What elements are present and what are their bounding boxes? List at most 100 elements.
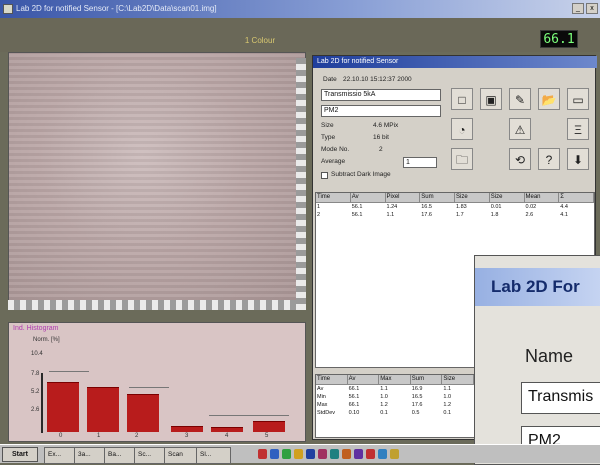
table-row[interactable]: Max 66.1 1.2 17.6 1.2 [316,401,474,409]
table-cell: 17.6 [411,402,423,408]
subtract-dark-checkbox[interactable] [321,172,328,179]
table-cell: Av [317,386,324,392]
table-cell: 1.0 [443,394,452,400]
tray-icon[interactable] [354,449,363,459]
taskbar-item[interactable]: Sc... [134,447,167,464]
grid-column-header[interactable]: Time [316,375,348,384]
table-cell: 66.1 [348,402,360,408]
table-row[interactable]: Av 66.1 1.1 16.9 1.1 [316,385,474,393]
size-label: Size [321,122,334,129]
type-label: Type [321,134,336,141]
grid-header: Time Av Max Sum Size [316,375,474,385]
tray-icon[interactable] [306,449,315,459]
table-cell: 56.1 [348,394,360,400]
new-file-tool[interactable]: □ [451,88,473,110]
table-cell: 1.24 [386,204,398,210]
settings-tool[interactable]: Ξ [567,118,589,140]
table-cell: 0.02 [525,204,537,210]
y-tick: 5.2 [31,389,40,395]
table-cell: 0.01 [490,204,502,210]
mode-label: Mode No. [321,146,350,153]
table-cell: 0.10 [348,410,360,416]
taskbar-item[interactable]: Scan [164,447,199,464]
grid-column-header[interactable]: Av [351,193,386,202]
histogram-bar [171,426,203,432]
taskbar-item[interactable]: Ba... [104,447,137,464]
table-cell: 66.1 [348,386,360,392]
histogram-bar [211,427,243,432]
grid-column-header[interactable]: Size [455,193,490,202]
table-cell: 1.1 [380,386,388,392]
table-cell: 0.1 [443,410,452,416]
grid-column-header[interactable]: Size [490,193,525,202]
vertical-scale-strip [296,58,306,310]
table-cell: 56.1 [351,212,363,218]
minimize-button[interactable]: _ [572,3,584,14]
open-folder-tool[interactable]: 📂 [538,88,560,110]
taskbar-item[interactable]: Sl... [196,447,231,464]
x-tick: 5 [265,433,269,439]
tray-icon[interactable] [366,449,375,459]
x-tick: 3 [185,433,189,439]
y-tick: 7.8 [31,371,40,377]
mode-value: 2 [379,146,383,153]
tray-icon[interactable] [258,449,267,459]
tray-icon[interactable] [294,449,303,459]
histogram-axis [41,373,43,433]
display-mode-title: 1 Colour [244,36,276,45]
table-cell: 2.6 [525,212,534,218]
gauge-tool[interactable]: ◔ [451,118,473,140]
tray-icon[interactable] [390,449,399,459]
sensor-field[interactable]: PM2 [321,105,441,117]
histogram-bar [127,393,159,432]
average-label: Average [321,158,346,165]
name-field[interactable]: Transmissio 5kA [321,89,441,101]
grid-column-header[interactable]: Time [316,193,351,202]
tray-icon[interactable] [318,449,327,459]
grid-column-header[interactable]: Sum [420,193,455,202]
lcd-readout: 66.1 [540,30,578,48]
table-row[interactable]: 2 56.1 1.1 17.6 1.7 1.8 2.6 4.1 [316,211,594,219]
statistics-grid[interactable]: Time Av Max Sum Size Av 66.1 1.1 16.9 1.1 Mi… [315,374,475,438]
tray-icon[interactable] [330,449,339,459]
grid-column-header[interactable]: Size [442,375,474,384]
folder-tool[interactable]: 🗀 [451,148,473,170]
close-button[interactable]: x [586,3,598,14]
lab-window-title: Lab 2D for notified Sensor [313,56,597,68]
table-cell: 2 [317,212,321,218]
grid-column-header[interactable]: Σ [559,193,594,202]
tray-icon[interactable] [342,449,351,459]
camera-tool[interactable]: ▣ [480,88,502,110]
grid-column-header[interactable]: Sum [411,375,443,384]
image-view[interactable] [8,52,306,310]
inset-name-field[interactable]: Transmis [521,382,600,414]
taskbar: Start Ex... 3a... Ba... Sc... Scan Sl... [0,444,600,464]
table-cell: 17.6 [421,212,432,218]
frame-tool[interactable]: ▭ [567,88,589,110]
reference-line [129,387,169,388]
grid-column-header[interactable]: Pixel [386,193,421,202]
table-cell: StdDev [317,410,336,416]
table-row[interactable]: Min 56.1 1.0 16.5 1.0 [316,393,474,401]
taskbar-item[interactable]: Ex... [44,447,77,464]
y-tick: 2.6 [31,407,40,413]
table-cell: 1.83 [456,204,467,210]
start-button[interactable]: Start [2,447,38,462]
tray-icon[interactable] [378,449,387,459]
x-tick: 0 [59,433,63,439]
edit-tool[interactable]: ✎ [509,88,531,110]
refresh-tool[interactable]: ⟲ [509,148,531,170]
table-row[interactable]: StdDev 0.10 0.1 0.5 0.1 [316,409,474,417]
warning-tool[interactable]: ⚠ [509,118,531,140]
taskbar-item[interactable]: 3a... [74,447,107,464]
tray-icon[interactable] [270,449,279,459]
help-tool[interactable]: ? [538,148,560,170]
average-input[interactable]: 1 [403,157,437,168]
grid-column-header[interactable]: Av [348,375,380,384]
table-cell: 4.1 [560,212,568,218]
table-row[interactable]: 1 56.1 1.24 16.5 1.83 0.01 0.02 4.4 [316,203,594,211]
grid-column-header[interactable]: Mean [525,193,560,202]
grid-column-header[interactable]: Max [379,375,411,384]
tray-icon[interactable] [282,449,291,459]
download-tool[interactable]: ⬇ [567,148,589,170]
